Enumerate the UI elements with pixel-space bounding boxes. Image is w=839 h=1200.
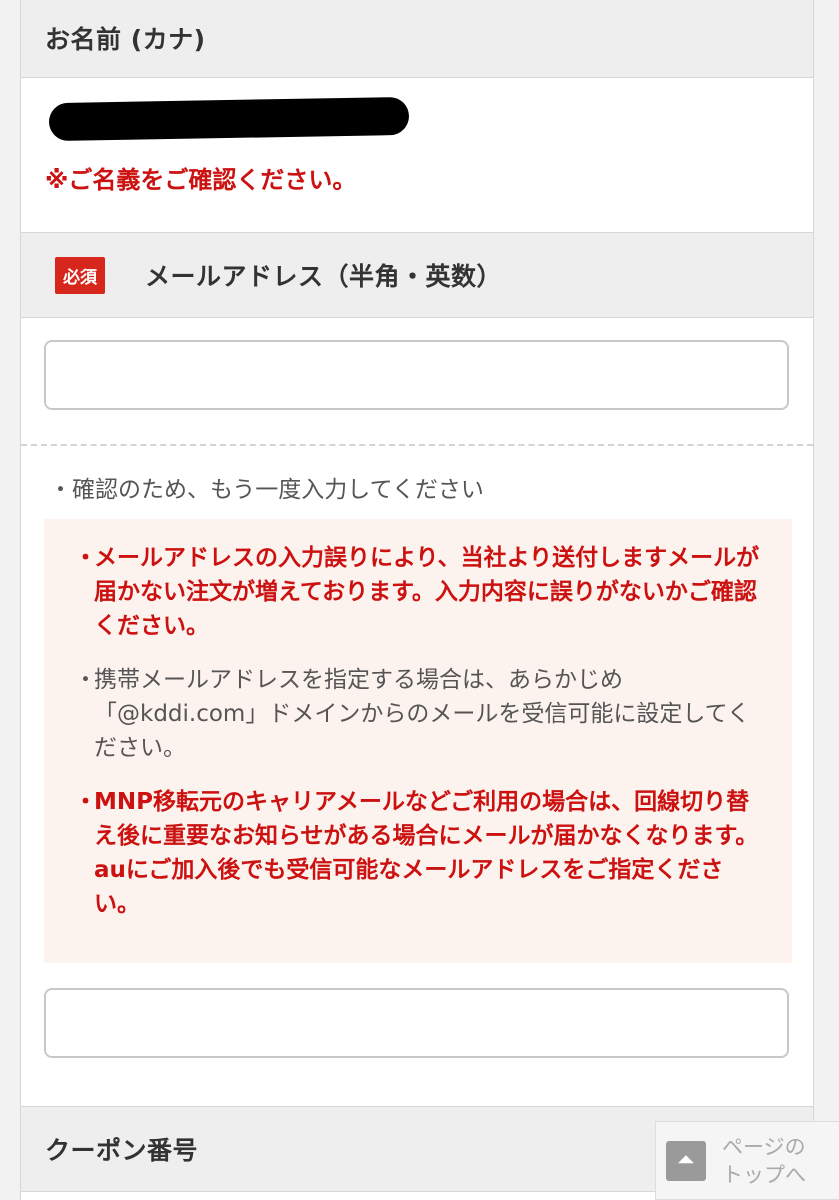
- redacted-name-value: [48, 96, 410, 142]
- kana-name-title: お名前 (カナ): [45, 25, 206, 54]
- email-input[interactable]: [44, 340, 789, 410]
- page-top-button[interactable]: ⏶ ページのトップへ: [655, 1121, 839, 1200]
- email-title: メールアドレス（半角・英数）: [145, 262, 503, 291]
- order-form-panel: お名前 (カナ) ※ご名義をご確認ください。 必須 メールアドレス（半角・英数）…: [20, 0, 814, 1200]
- required-badge: 必須: [55, 256, 105, 294]
- notice-text: メールアドレスの入力誤りにより、当社より送付しますメールが届かない注文が増えてお…: [94, 545, 760, 639]
- email-notice-box: ・ メールアドレスの入力誤りにより、当社より送付しますメールが届かない注文が増え…: [44, 519, 792, 963]
- notice-text: 携帯メールアドレスを指定する場合は、あらかじめ「@kddi.com」ドメインから…: [94, 667, 750, 761]
- kana-name-header: お名前 (カナ): [21, 0, 813, 78]
- notice-item: ・ 携帯メールアドレスを指定する場合は、あらかじめ「@kddi.com」ドメイン…: [74, 663, 764, 765]
- notice-text: MNP移転元のキャリアメールなどご利用の場合は、回線切り替え後に重要なお知らせが…: [94, 789, 759, 917]
- page-top-label: ページのトップへ: [722, 1134, 806, 1187]
- notice-bullet: ・: [74, 789, 97, 815]
- email-confirm-input[interactable]: [44, 988, 789, 1058]
- notice-item: ・ MNP移転元のキャリアメールなどご利用の場合は、回線切り替え後に重要なお知ら…: [74, 785, 764, 921]
- coupon-title: クーポン番号: [45, 1136, 199, 1165]
- email-confirm-hint: ・確認のため、もう一度入力してください: [49, 477, 484, 503]
- notice-bullet: ・: [74, 545, 97, 571]
- name-confirm-note: ※ご名義をご確認ください。: [45, 166, 357, 194]
- notice-item: ・ メールアドレスの入力誤りにより、当社より送付しますメールが届かない注文が増え…: [74, 541, 764, 643]
- arrow-up-icon: ⏶: [666, 1140, 706, 1181]
- dashed-divider: [21, 444, 813, 446]
- notice-bullet: ・: [74, 667, 97, 693]
- email-header: 必須 メールアドレス（半角・英数）: [21, 232, 813, 318]
